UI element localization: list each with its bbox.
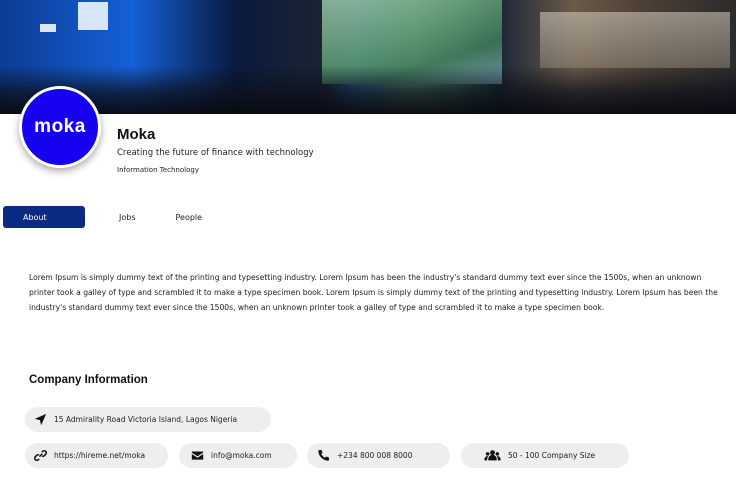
location-arrow-icon — [33, 413, 47, 427]
audience — [0, 66, 736, 114]
email-link[interactable]: info@moka.com — [211, 451, 272, 460]
company-name: Moka — [117, 126, 156, 143]
link-icon — [33, 449, 47, 463]
website-link[interactable]: https://hireme.net/moka — [54, 451, 145, 460]
phone-pill[interactable]: +234 800 008 8000 — [307, 443, 450, 468]
logo-text: moka — [34, 116, 86, 137]
company-information-heading: Company Information — [29, 374, 148, 386]
tab-people[interactable]: People — [176, 206, 203, 228]
website-pill[interactable]: https://hireme.net/moka — [25, 443, 168, 468]
stage-light — [78, 2, 108, 30]
address-pill: 15 Admirality Road Victoria Island, Lago… — [25, 407, 271, 432]
window — [540, 12, 730, 68]
profile-tabs: About Jobs People — [3, 206, 202, 228]
envelope-icon — [190, 449, 204, 463]
company-size-pill: 50 - 100 Company Size — [461, 443, 629, 468]
about-description: Lorem Ipsum is simply dummy text of the … — [29, 273, 718, 312]
users-icon — [483, 449, 501, 463]
stage-light — [40, 24, 56, 32]
company-logo: moka — [19, 86, 101, 168]
phone-number[interactable]: +234 800 008 8000 — [337, 451, 412, 460]
address-text: 15 Admirality Road Victoria Island, Lago… — [54, 415, 238, 424]
phone-icon — [316, 449, 330, 463]
company-tagline: Creating the future of finance with tech… — [117, 148, 314, 158]
company-size-text: 50 - 100 Company Size — [508, 451, 596, 460]
tab-about[interactable]: About — [3, 206, 85, 228]
tab-jobs[interactable]: Jobs — [119, 206, 136, 228]
email-pill[interactable]: info@moka.com — [179, 443, 297, 468]
company-industry: Information Technology — [117, 166, 199, 174]
cover-banner-image — [0, 0, 736, 114]
